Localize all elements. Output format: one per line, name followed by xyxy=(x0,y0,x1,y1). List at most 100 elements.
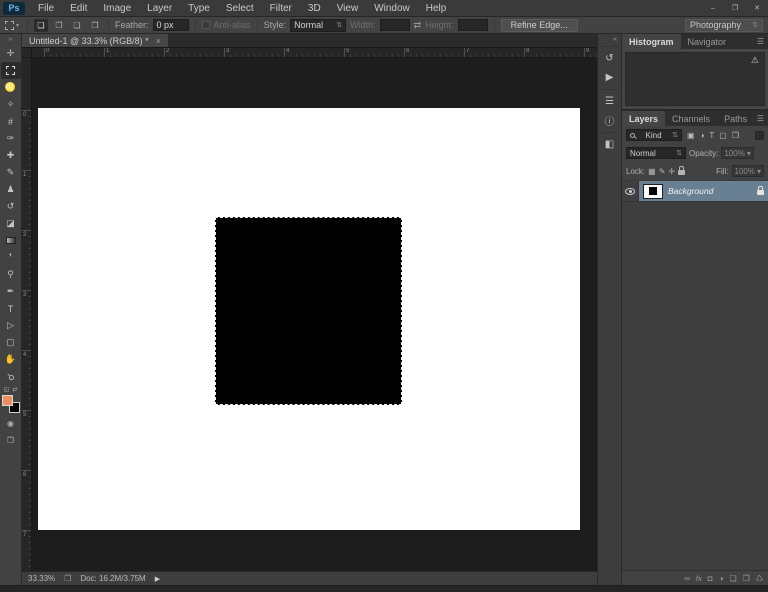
subtract-from-selection-button[interactable]: ❑ xyxy=(70,19,84,32)
zoom-level[interactable]: 33.33% xyxy=(28,574,55,583)
pen-tool[interactable]: ✒ xyxy=(1,283,21,300)
zoom-tool[interactable]: ⚲ xyxy=(1,368,21,385)
delete-layer-icon[interactable]: ♺ xyxy=(756,574,763,583)
tab-layers[interactable]: Layers xyxy=(622,111,666,126)
opacity-value[interactable]: 100% ▾ xyxy=(721,147,754,159)
path-selection-tool[interactable]: ▷ xyxy=(1,317,21,334)
menu-3d[interactable]: 3D xyxy=(300,0,329,16)
width-input[interactable] xyxy=(379,19,410,31)
visibility-cell[interactable] xyxy=(622,181,639,201)
add-layer-mask-icon[interactable]: ◘ xyxy=(708,574,713,583)
refine-edge-button[interactable]: Refine Edge... xyxy=(500,18,578,32)
lock-transparent-pixels-icon[interactable]: ▦ xyxy=(648,167,656,176)
layer-effects-icon[interactable]: fx xyxy=(696,574,702,583)
brush-tool[interactable]: ✎ xyxy=(1,164,21,181)
menu-select[interactable]: Select xyxy=(218,0,262,16)
actions-panel-icon[interactable]: ▶ xyxy=(600,69,619,86)
workspace-switcher[interactable]: Photography ⇅ xyxy=(685,18,763,32)
quick-mask-button[interactable]: ◉ xyxy=(3,417,19,430)
status-menu-arrow-icon[interactable]: ▶ xyxy=(155,575,160,583)
rectangular-marquee-tool[interactable] xyxy=(0,62,21,79)
expand-panels-icon[interactable]: « xyxy=(613,35,621,44)
panel-menu-icon[interactable]: ☰ xyxy=(757,111,768,126)
layer-thumbnail[interactable] xyxy=(643,183,663,199)
default-colors-icon[interactable]: ◱ xyxy=(4,386,10,393)
adjustments-panel-icon[interactable]: ☰ xyxy=(600,93,619,110)
filter-type-layers-icon[interactable]: T xyxy=(709,131,714,140)
feather-input[interactable]: 0 px xyxy=(152,19,189,31)
rectangle-tool[interactable]: ▢ xyxy=(1,334,21,351)
swap-width-height-icon[interactable]: ⇄ xyxy=(414,20,422,31)
menu-filter[interactable]: Filter xyxy=(262,0,300,16)
style-dropdown[interactable]: Normal ⇅ xyxy=(290,18,347,32)
filter-kind-dropdown[interactable]: Kind ⇅ xyxy=(626,129,682,141)
menu-edit[interactable]: Edit xyxy=(62,0,95,16)
healing-brush-tool[interactable]: ✚ xyxy=(1,147,21,164)
eraser-tool[interactable]: ◪ xyxy=(1,215,21,232)
lock-all-icon[interactable] xyxy=(678,166,686,175)
properties-panel-icon[interactable]: ◧ xyxy=(600,136,619,153)
anti-alias-checkbox[interactable] xyxy=(201,21,210,29)
panel-menu-icon[interactable]: ☰ xyxy=(757,34,768,49)
close-button[interactable]: ✕ xyxy=(746,0,768,16)
new-group-icon[interactable]: ❏ xyxy=(729,574,736,583)
selected-layer[interactable]: Background xyxy=(639,181,768,201)
canvas-viewport[interactable]: 0 1 2 3 4 5 6 7 8 9 0 1 2 3 4 5 6 7 xyxy=(22,48,597,571)
eyedropper-tool[interactable]: ✑ xyxy=(1,130,21,147)
menu-view[interactable]: View xyxy=(329,0,367,16)
layer-row-background[interactable]: Background xyxy=(622,180,768,202)
menu-file[interactable]: File xyxy=(30,0,62,16)
filter-adjustment-layers-icon[interactable]: ◑ xyxy=(700,131,705,140)
tab-channels[interactable]: Channels xyxy=(665,111,717,126)
intersect-selection-button[interactable]: ❒ xyxy=(88,19,102,32)
clone-stamp-tool[interactable]: ♟ xyxy=(1,181,21,198)
type-tool[interactable]: T xyxy=(1,300,21,317)
tab-navigator[interactable]: Navigator xyxy=(681,34,734,49)
tab-paths[interactable]: Paths xyxy=(717,111,754,126)
minimize-button[interactable]: – xyxy=(702,0,724,16)
crop-tool[interactable]: # xyxy=(1,113,21,130)
new-selection-button[interactable]: ❏ xyxy=(34,18,49,32)
menu-layer[interactable]: Layer xyxy=(139,0,180,16)
filter-toggle-switch[interactable] xyxy=(755,130,764,140)
move-tool[interactable]: ✛ xyxy=(1,45,21,62)
new-adjustment-layer-icon[interactable]: ◑ xyxy=(719,574,724,583)
blur-tool[interactable]: ❜ xyxy=(1,249,21,266)
selected-black-square[interactable] xyxy=(215,217,402,405)
swap-colors-icon[interactable]: ⇄ xyxy=(12,386,17,393)
lasso-tool[interactable]: ♌ xyxy=(1,79,21,96)
tab-histogram[interactable]: Histogram xyxy=(622,34,681,49)
info-panel-icon[interactable]: ⓘ xyxy=(600,112,619,129)
filter-shape-layers-icon[interactable]: ▢ xyxy=(719,131,727,140)
dodge-tool[interactable]: ⚲ xyxy=(1,266,21,283)
history-brush-tool[interactable]: ↺ xyxy=(1,198,21,215)
tool-preset-picker[interactable]: ▾ xyxy=(3,20,21,30)
document-tab[interactable]: Untitled-1 @ 33.3% (RGB/8) * × xyxy=(22,34,168,47)
filter-pixel-layers-icon[interactable]: ▣ xyxy=(687,131,695,140)
layer-name[interactable]: Background xyxy=(668,186,752,196)
quick-selection-tool[interactable]: ✧ xyxy=(1,96,21,113)
gradient-tool[interactable] xyxy=(1,232,21,249)
link-layers-icon[interactable]: ∞ xyxy=(684,574,690,583)
tab-close-icon[interactable]: × xyxy=(156,36,161,46)
hand-tool[interactable]: ✋ xyxy=(1,351,21,368)
new-layer-icon[interactable]: ❐ xyxy=(743,574,750,583)
canvas-document[interactable] xyxy=(38,108,580,530)
screen-mode-button[interactable]: ❐ xyxy=(3,434,19,447)
restore-button[interactable]: ❐ xyxy=(724,0,746,16)
lock-position-icon[interactable]: ✛ xyxy=(668,167,675,176)
blend-mode-dropdown[interactable]: Normal ⇅ xyxy=(626,147,686,159)
menu-window[interactable]: Window xyxy=(366,0,418,16)
menu-image[interactable]: Image xyxy=(95,0,139,16)
add-to-selection-button[interactable]: ❐ xyxy=(52,19,66,32)
height-input[interactable] xyxy=(457,19,488,31)
collapse-toolbar-icon[interactable]: » xyxy=(9,35,13,45)
history-panel-icon[interactable]: ↺ xyxy=(600,50,619,67)
menu-type[interactable]: Type xyxy=(180,0,218,16)
cached-data-warning-icon[interactable]: ⚠ xyxy=(751,55,759,66)
fill-value[interactable]: 100% ▾ xyxy=(731,165,764,177)
menu-help[interactable]: Help xyxy=(418,0,455,16)
foreground-color-swatch[interactable] xyxy=(1,395,13,406)
lock-image-pixels-icon[interactable]: ✎ xyxy=(659,167,666,176)
filter-smart-objects-icon[interactable]: ❒ xyxy=(732,131,739,140)
